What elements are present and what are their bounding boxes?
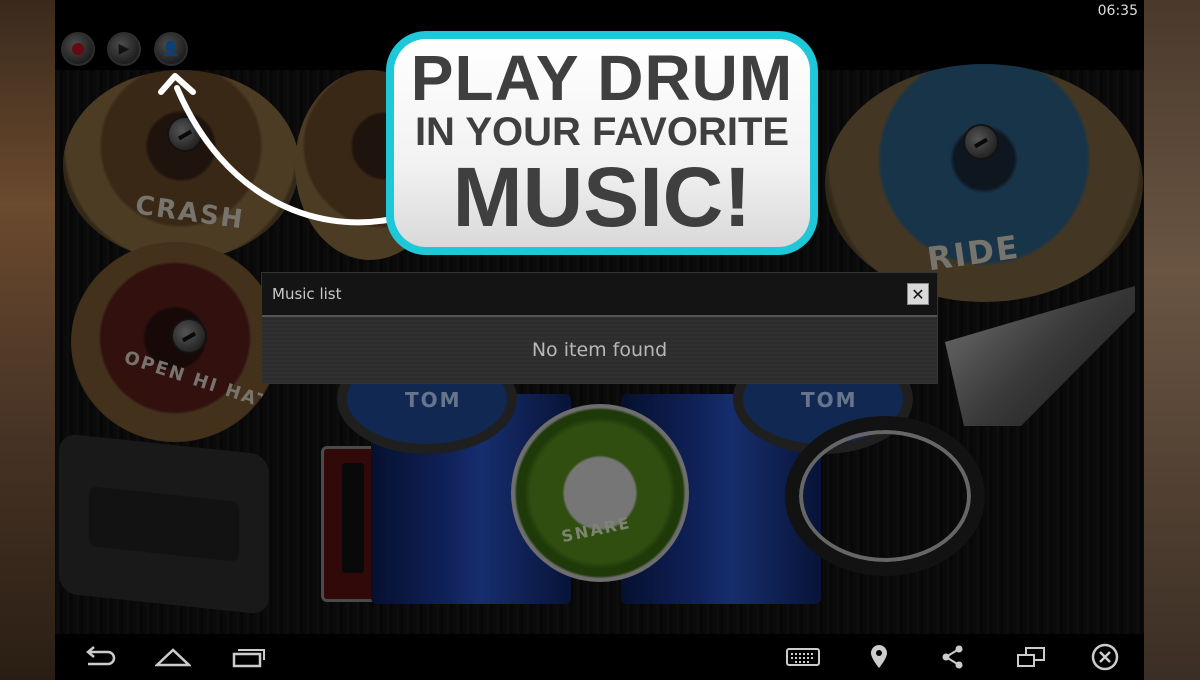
recent-apps-button[interactable]	[229, 642, 269, 672]
recent-apps-icon	[232, 649, 265, 668]
device-screen: 06:35 ▶ 👤 CRASH OPEN HI HAT RIDE TOM TOM…	[55, 0, 1144, 680]
keyboard-icon	[786, 648, 820, 666]
home-icon	[155, 648, 191, 667]
promo-line-1: PLAY DRUM	[410, 42, 794, 114]
right-blur-margin	[1144, 0, 1200, 680]
promo-banner-inner: PLAY DRUM IN YOUR FAVORITE MUSIC!	[394, 39, 810, 247]
dialog-close-button[interactable]: ✕	[907, 283, 929, 305]
drum-app: ▶ 👤 CRASH OPEN HI HAT RIDE TOM TOM SNARE…	[55, 24, 1144, 634]
close-circle-icon	[1091, 643, 1119, 671]
music-list-dialog: Music list ✕ No item found	[261, 272, 938, 384]
back-button[interactable]	[79, 642, 119, 672]
home-button[interactable]	[153, 642, 193, 672]
window-button[interactable]	[1011, 642, 1051, 672]
left-blur-margin	[0, 0, 55, 680]
navigation-bar	[55, 634, 1144, 680]
keyboard-button[interactable]	[783, 642, 823, 672]
promo-line-2: IN YOUR FAVORITE	[414, 110, 790, 154]
close-app-button[interactable]	[1085, 642, 1125, 672]
promo-banner: PLAY DRUM IN YOUR FAVORITE MUSIC!	[386, 31, 818, 255]
share-icon	[942, 645, 963, 669]
empty-list-text: No item found	[531, 339, 668, 361]
promo-line-3: MUSIC!	[452, 150, 752, 244]
dialog-title: Music list	[272, 285, 342, 303]
dialog-header: Music list ✕	[262, 273, 937, 317]
window-icon	[1017, 647, 1045, 667]
location-button[interactable]	[859, 642, 899, 672]
status-bar: 06:35	[55, 0, 1144, 24]
dialog-body: No item found	[262, 317, 937, 383]
promo-arrow	[158, 73, 390, 226]
location-icon	[871, 645, 887, 668]
share-button[interactable]	[933, 642, 973, 672]
status-clock: 06:35	[1097, 3, 1138, 19]
back-icon	[86, 646, 116, 666]
